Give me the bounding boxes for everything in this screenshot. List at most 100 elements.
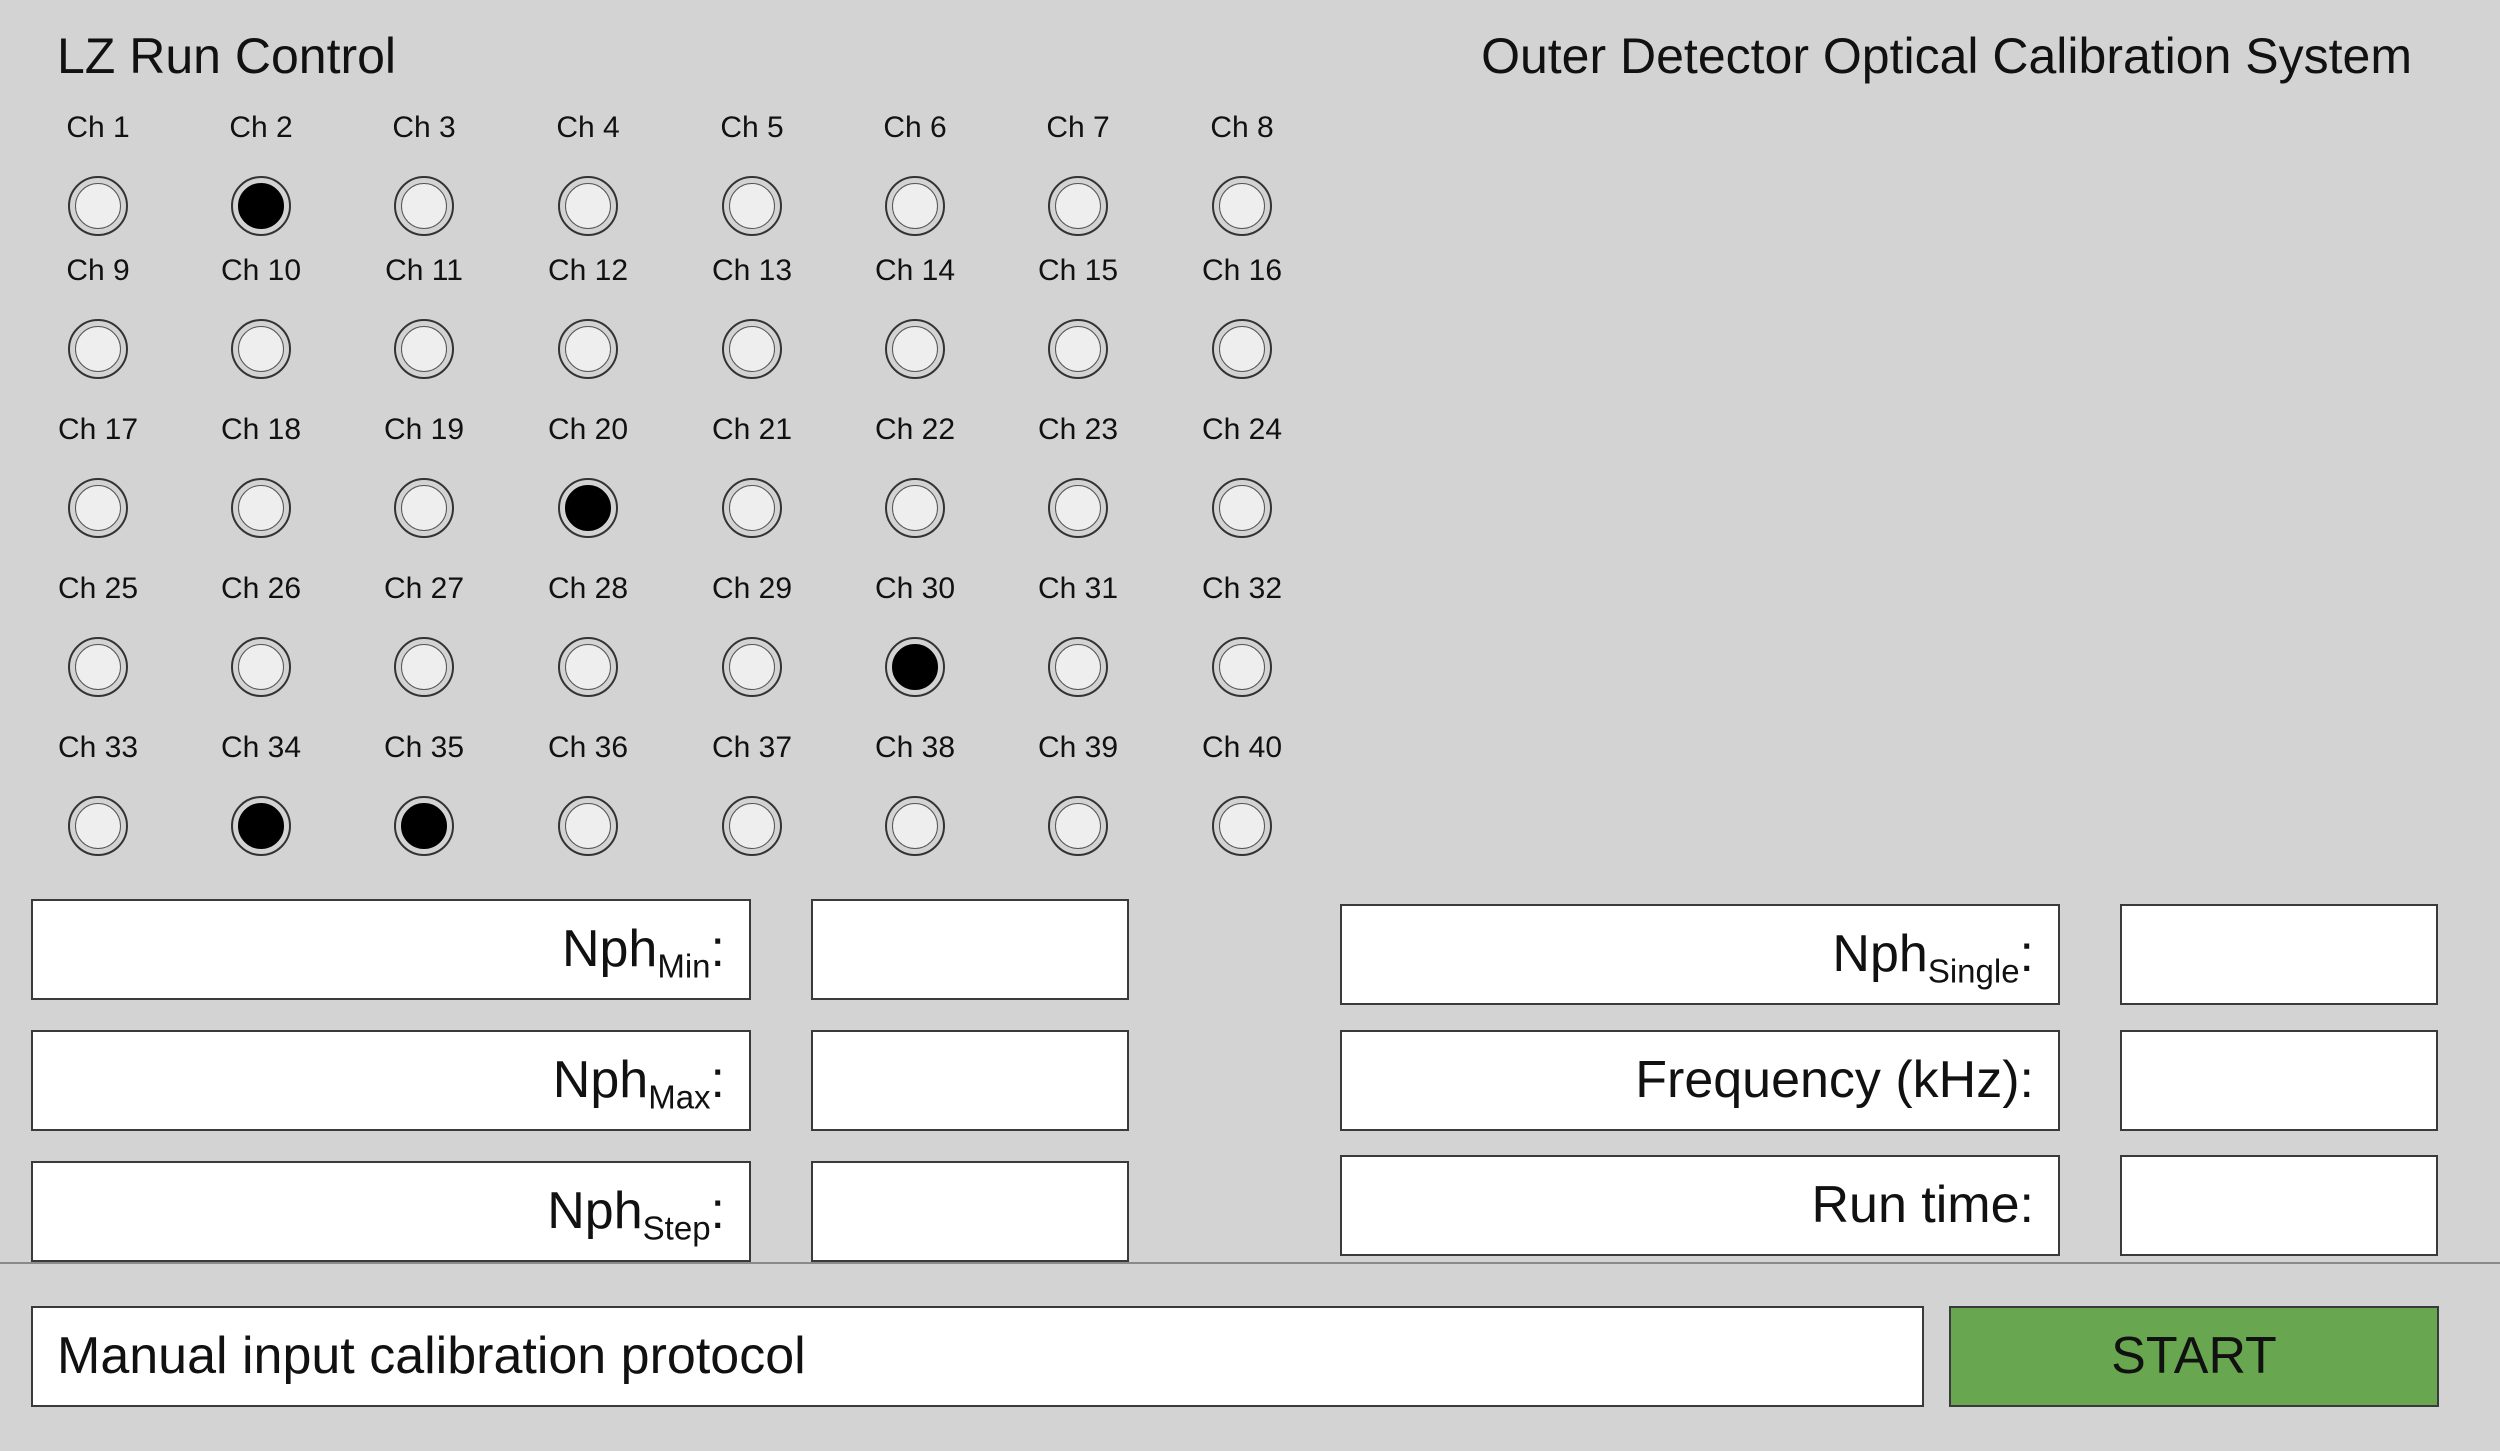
channel-radio-button[interactable]: [558, 319, 618, 379]
nph-single-input[interactable]: [2120, 904, 2438, 1005]
channel-radio-button[interactable]: [722, 478, 782, 538]
channel-radio-button[interactable]: [1212, 637, 1272, 697]
channel-radio-button[interactable]: [885, 176, 945, 236]
channel-radio-button[interactable]: [558, 796, 618, 856]
start-button[interactable]: START: [1949, 1306, 2439, 1407]
channel-label: Ch 34: [220, 731, 302, 764]
channel-item: Ch 20: [508, 412, 668, 538]
channel-radio-button[interactable]: [394, 478, 454, 538]
channel-label: Ch 17: [57, 413, 139, 446]
channel-label: Ch 33: [57, 731, 139, 764]
channel-label: Ch 28: [547, 572, 629, 605]
channel-radio-button[interactable]: [1048, 478, 1108, 538]
channel-item: Ch 27: [344, 571, 504, 697]
channel-radio-button[interactable]: [885, 796, 945, 856]
run-time-label: Run time:: [1340, 1155, 2060, 1256]
channel-radio-button[interactable]: [558, 176, 618, 236]
channel-item: Ch 39: [998, 730, 1158, 856]
channel-item: Ch 28: [508, 571, 668, 697]
nph-max-label-text: Nph: [552, 1051, 649, 1109]
channel-label: Ch 6: [883, 111, 947, 144]
frequency-label-text: Frequency (kHz):: [1635, 1051, 2034, 1109]
channel-item: Ch 9: [18, 253, 178, 379]
channel-radio-button[interactable]: [722, 319, 782, 379]
channel-item: Ch 8: [1162, 110, 1322, 236]
channel-radio-button[interactable]: [1212, 319, 1272, 379]
channel-label: Ch 27: [383, 572, 465, 605]
frequency-input[interactable]: [2120, 1030, 2438, 1131]
channel-radio-button[interactable]: [558, 478, 618, 538]
run-time-input[interactable]: [2120, 1155, 2438, 1256]
nph-min-input[interactable]: [811, 899, 1129, 1000]
channel-item: Ch 12: [508, 253, 668, 379]
channel-radio-button[interactable]: [68, 637, 128, 697]
channel-label: Ch 24: [1201, 413, 1283, 446]
channel-radio-button[interactable]: [1048, 637, 1108, 697]
channel-label: Ch 5: [720, 111, 784, 144]
channel-radio-button[interactable]: [394, 796, 454, 856]
channel-item: Ch 6: [835, 110, 995, 236]
channel-item: Ch 40: [1162, 730, 1322, 856]
protocol-selector[interactable]: Manual input calibration protocol: [31, 1306, 1924, 1407]
channel-label: Ch 22: [874, 413, 956, 446]
channel-radio-button[interactable]: [1048, 796, 1108, 856]
channel-radio-button[interactable]: [231, 796, 291, 856]
channel-radio-button[interactable]: [231, 176, 291, 236]
channel-radio-button[interactable]: [1048, 319, 1108, 379]
channel-radio-button[interactable]: [68, 319, 128, 379]
channel-item: Ch 1: [18, 110, 178, 236]
channel-label: Ch 40: [1201, 731, 1283, 764]
channel-item: Ch 2: [181, 110, 341, 236]
channel-item: Ch 13: [672, 253, 832, 379]
channel-radio-button[interactable]: [231, 637, 291, 697]
channel-label: Ch 37: [711, 731, 793, 764]
nph-max-label-colon: :: [710, 1051, 725, 1109]
channel-radio-button[interactable]: [1212, 176, 1272, 236]
channel-label: Ch 36: [547, 731, 629, 764]
frequency-label: Frequency (kHz):: [1340, 1030, 2060, 1131]
nph-max-input[interactable]: [811, 1030, 1129, 1131]
channel-radio-button[interactable]: [231, 319, 291, 379]
channel-label: Ch 9: [66, 254, 130, 287]
channel-radio-button[interactable]: [885, 478, 945, 538]
channel-radio-button[interactable]: [558, 637, 618, 697]
channel-item: Ch 36: [508, 730, 668, 856]
channel-radio-button[interactable]: [394, 319, 454, 379]
channel-item: Ch 25: [18, 571, 178, 697]
channel-label: Ch 39: [1037, 731, 1119, 764]
channel-radio-button[interactable]: [68, 176, 128, 236]
channel-label: Ch 8: [1210, 111, 1274, 144]
channel-item: Ch 11: [344, 253, 504, 379]
nph-single-label-text: Nph: [1832, 925, 1928, 983]
channel-radio-button[interactable]: [1048, 176, 1108, 236]
channel-radio-button[interactable]: [885, 637, 945, 697]
channel-radio-button[interactable]: [68, 478, 128, 538]
channel-label: Ch 20: [547, 413, 629, 446]
channel-radio-button[interactable]: [1212, 478, 1272, 538]
channel-radio-button[interactable]: [722, 796, 782, 856]
nph-single-label-colon: :: [2019, 925, 2034, 983]
channel-radio-button[interactable]: [1212, 796, 1272, 856]
channel-radio-button[interactable]: [68, 796, 128, 856]
nph-step-label: NphStep:: [31, 1161, 751, 1262]
channel-radio-button[interactable]: [394, 176, 454, 236]
nph-step-input[interactable]: [811, 1161, 1129, 1262]
channel-label: Ch 11: [385, 254, 463, 287]
channel-radio-button[interactable]: [231, 478, 291, 538]
nph-min-label-text: Nph: [561, 920, 658, 978]
channel-radio-button[interactable]: [394, 637, 454, 697]
channel-item: Ch 31: [998, 571, 1158, 697]
channel-item: Ch 16: [1162, 253, 1322, 379]
channel-label: Ch 23: [1037, 413, 1119, 446]
channel-item: Ch 5: [672, 110, 832, 236]
channel-radio-button[interactable]: [722, 176, 782, 236]
channel-item: Ch 15: [998, 253, 1158, 379]
channel-radio-button[interactable]: [722, 637, 782, 697]
channel-item: Ch 22: [835, 412, 995, 538]
channel-item: Ch 24: [1162, 412, 1322, 538]
channel-label: Ch 18: [220, 413, 302, 446]
channel-radio-button[interactable]: [885, 319, 945, 379]
channel-label: Ch 16: [1201, 254, 1283, 287]
channel-label: Ch 10: [220, 254, 302, 287]
channel-item: Ch 38: [835, 730, 995, 856]
